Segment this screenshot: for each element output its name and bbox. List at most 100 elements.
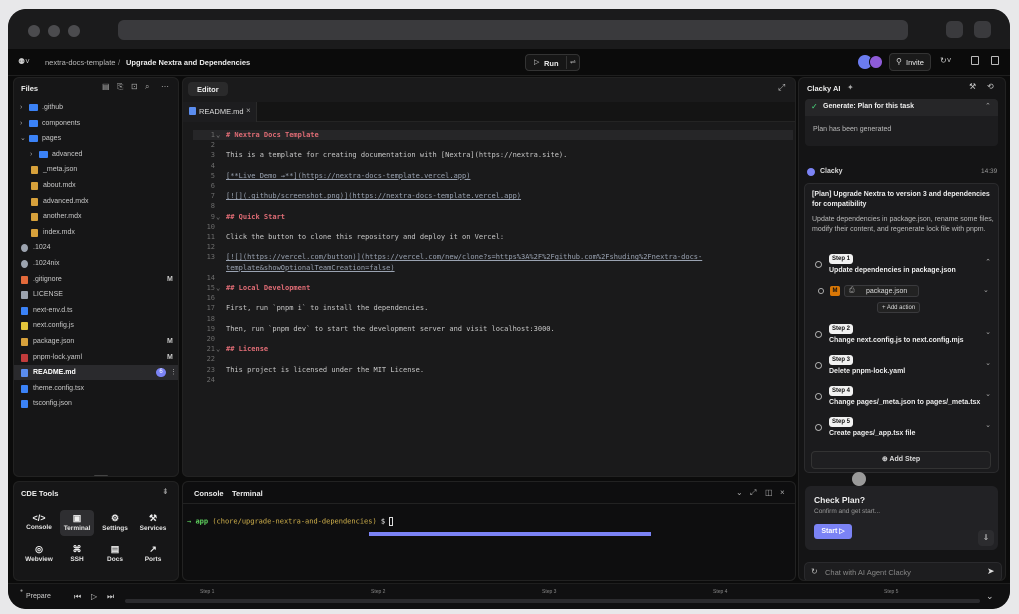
file-tree-item[interactable]: LICENSE: [14, 287, 178, 302]
project-menu-icon[interactable]: ⚉˅: [18, 57, 30, 66]
chevron-down-icon[interactable]: ⌄: [985, 390, 991, 398]
new-file-icon[interactable]: ⎘: [117, 82, 123, 92]
chat-input[interactable]: ↻ Chat with AI Agent Clacky ➤: [804, 562, 1002, 580]
file-tree-item[interactable]: pnpm-lock.yaml M: [14, 350, 178, 365]
layout-left-icon[interactable]: [971, 56, 979, 65]
file-tab-readme[interactable]: README.md ×: [183, 102, 257, 122]
file-tree-item[interactable]: index.mdx: [14, 225, 178, 240]
chevron-down-icon[interactable]: ⌄: [985, 421, 991, 429]
file-tree-item[interactable]: next-env.d.ts: [14, 303, 178, 318]
timeline-track[interactable]: [125, 599, 980, 603]
tab-terminal[interactable]: Terminal: [232, 489, 263, 498]
skip-forward-icon[interactable]: ⏭: [107, 592, 114, 602]
timeline-step-label[interactable]: Step 4: [713, 589, 727, 595]
chevron-right-icon[interactable]: ›: [20, 100, 22, 115]
window-minimize-dot[interactable]: [48, 25, 60, 37]
tab-console[interactable]: Console: [194, 489, 224, 498]
url-bar[interactable]: [118, 20, 908, 40]
browser-button[interactable]: [946, 21, 963, 38]
tool-terminal[interactable]: ▣ Terminal: [60, 510, 94, 536]
window-maximize-dot[interactable]: [68, 25, 80, 37]
tool-services[interactable]: ⚒ Services: [136, 510, 170, 536]
step-file-row[interactable]: M ⎙ package.json ⌄: [815, 285, 991, 299]
start-button[interactable]: Start ▷: [814, 524, 852, 539]
breadcrumb-repo[interactable]: nextra-docs-template: [45, 58, 115, 67]
tool-docs[interactable]: ▤ Docs: [98, 541, 132, 567]
timeline-step-label[interactable]: Step 2: [371, 589, 385, 595]
chevron-down-icon[interactable]: ⌄: [20, 131, 26, 146]
file-tree-item[interactable]: .gitignore M: [14, 272, 178, 287]
file-tree-item[interactable]: about.mdx: [14, 178, 178, 193]
chevron-down-icon[interactable]: ⌄: [736, 488, 743, 497]
drag-handle[interactable]: [852, 472, 866, 486]
expand-icon[interactable]: ⌄: [986, 591, 994, 602]
avatar[interactable]: [869, 55, 883, 69]
chevron-up-icon[interactable]: ⌃: [985, 258, 991, 266]
fold-icon[interactable]: ⌄: [216, 212, 220, 222]
plan-step[interactable]: Step 3 Delete pnpm-lock.yaml ⌄: [815, 355, 991, 383]
maximize-icon[interactable]: ⤢: [750, 488, 756, 498]
plan-step[interactable]: Step 5 Create pages/_app.tsx file ⌄: [815, 417, 991, 445]
layout-right-icon[interactable]: [991, 56, 999, 65]
run-button[interactable]: ▷ Run ⇌: [525, 54, 580, 71]
more-icon[interactable]: ⋮: [170, 365, 177, 380]
chat-mode-icon[interactable]: ↻: [811, 567, 818, 576]
brush-icon[interactable]: ⚒: [969, 82, 976, 91]
tool-settings[interactable]: ⚙ Settings: [98, 510, 132, 536]
file-tree-item[interactable]: README.md 6 ⋮: [14, 365, 178, 381]
file-radio[interactable]: [818, 288, 824, 294]
add-step-button[interactable]: ⊕ Add Step: [811, 451, 991, 469]
tool-ssh[interactable]: ⌘ SSH: [60, 541, 94, 567]
tool-ports[interactable]: ↗ Ports: [136, 541, 170, 567]
file-tree-item[interactable]: ⌄ pages: [14, 131, 178, 146]
chevron-down-icon[interactable]: ⌄: [985, 328, 991, 336]
file-tree-item[interactable]: .1024: [14, 240, 178, 255]
fold-icon[interactable]: ⌄: [216, 130, 220, 140]
step-radio[interactable]: [815, 393, 822, 400]
file-tree-item[interactable]: package.json M: [14, 334, 178, 349]
split-icon[interactable]: ◫: [765, 488, 773, 497]
resize-handle[interactable]: [94, 475, 108, 476]
collapse-icon[interactable]: ⇟: [162, 487, 169, 496]
close-icon[interactable]: ×: [780, 488, 785, 497]
timeline-step-label[interactable]: Step 5: [884, 589, 898, 595]
step-radio[interactable]: [815, 261, 822, 268]
step-radio[interactable]: [815, 331, 822, 338]
timeline-step-label[interactable]: Step 3: [542, 589, 556, 595]
code-area[interactable]: 1 ⌄ # Nextra Docs Template 2 3 This is a temp…: [193, 130, 793, 470]
search-icon[interactable]: ⌕: [145, 82, 149, 92]
file-tree-item[interactable]: advanced.mdx: [14, 194, 178, 209]
file-tree-item[interactable]: theme.config.tsx: [14, 381, 178, 396]
plan-step[interactable]: Step 2 Change next.config.js to next.conf…: [815, 324, 991, 352]
send-icon[interactable]: ➤: [987, 566, 995, 577]
new-folder-icon[interactable]: ⊡: [131, 82, 138, 91]
fold-icon[interactable]: ⌄: [216, 344, 220, 354]
chevron-right-icon[interactable]: ›: [30, 147, 32, 162]
step-radio[interactable]: [815, 362, 822, 369]
file-tree-item[interactable]: _meta.json: [14, 162, 178, 177]
file-tree-item[interactable]: › .github: [14, 100, 178, 115]
plan-step[interactable]: Step 1 Update dependencies in package.jso…: [815, 254, 991, 282]
add-action-button[interactable]: + Add action: [877, 302, 921, 313]
file-tree-item[interactable]: › components: [14, 116, 178, 131]
play-icon[interactable]: ▷: [91, 592, 97, 601]
file-tree-item[interactable]: › advanced: [14, 147, 178, 162]
generate-header[interactable]: ✓ Generate: Plan for this task ⌃: [805, 99, 998, 116]
skip-back-icon[interactable]: ⏮: [74, 592, 81, 602]
file-tree-item[interactable]: .1024nix: [14, 256, 178, 271]
file-chip[interactable]: ⎙ package.json: [844, 285, 919, 297]
tool-console[interactable]: </> Console: [22, 510, 56, 536]
window-close-dot[interactable]: [28, 25, 40, 37]
terminal-prompt[interactable]: → app (chore/upgrade-nextra-and-dependen…: [187, 517, 394, 526]
new-chat-icon[interactable]: ⟲: [987, 82, 994, 91]
file-tree-item[interactable]: next.config.js: [14, 318, 178, 333]
close-icon[interactable]: ×: [246, 106, 251, 115]
timeline-step-label[interactable]: Step 1: [200, 589, 214, 595]
step-radio[interactable]: [815, 424, 822, 431]
tab-editor[interactable]: Editor: [188, 82, 228, 96]
chevron-right-icon[interactable]: ›: [20, 116, 22, 131]
collapse-all-icon[interactable]: ▤: [102, 82, 110, 91]
browser-button[interactable]: [974, 21, 991, 38]
chevron-down-icon[interactable]: ⌄: [983, 286, 989, 294]
more-icon[interactable]: ⋯: [161, 82, 169, 91]
